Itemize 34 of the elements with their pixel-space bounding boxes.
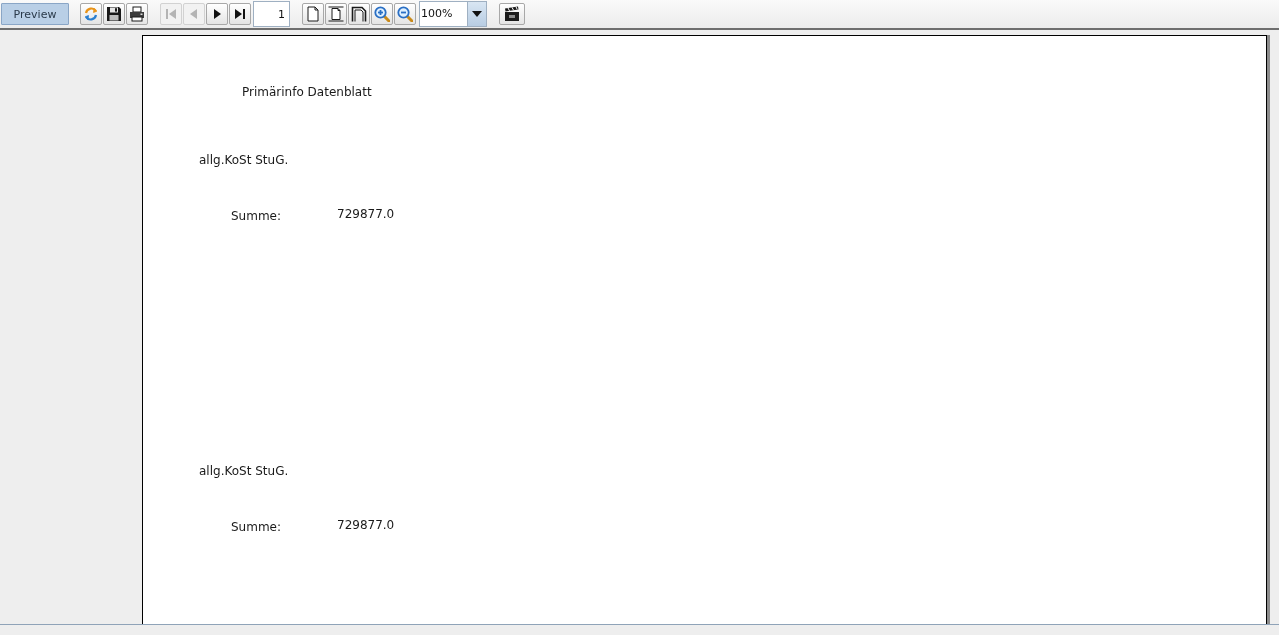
page-number-field[interactable]: 1	[253, 1, 290, 27]
report-title: Primärinfo Datenblatt	[242, 84, 372, 100]
page-width-icon	[328, 6, 344, 22]
zoom-value: 100%	[420, 6, 454, 22]
refresh-icon	[83, 6, 99, 22]
zoom-out-button[interactable]	[394, 3, 416, 25]
sum-label: Summe:	[231, 208, 283, 224]
skip-forward-icon	[232, 6, 248, 22]
zoom-in-icon	[374, 6, 390, 22]
preview-button[interactable]: Preview	[1, 3, 69, 25]
caret-down-icon	[472, 11, 482, 17]
next-page-button[interactable]	[206, 3, 228, 25]
print-button[interactable]	[126, 3, 148, 25]
full-page-icon	[351, 6, 367, 22]
sum-value: 729877.0	[337, 517, 395, 533]
page-icon	[305, 6, 321, 22]
zoom-select[interactable]: 100%	[419, 1, 487, 27]
group-heading: allg.KoSt StuG.	[199, 152, 289, 168]
clapperboard-button[interactable]	[499, 3, 525, 25]
zoom-out-icon	[397, 6, 413, 22]
last-page-button[interactable]	[229, 3, 251, 25]
zoom-in-button[interactable]	[371, 3, 393, 25]
sum-label: Summe:	[231, 519, 283, 535]
printer-icon	[129, 6, 145, 22]
skip-back-icon	[163, 6, 179, 22]
single-page-button[interactable]	[302, 3, 324, 25]
group-heading: allg.KoSt StuG.	[199, 463, 289, 479]
full-page-button[interactable]	[348, 3, 370, 25]
clapperboard-icon	[504, 6, 520, 22]
sum-value: 729877.0	[337, 206, 395, 222]
page-width-button[interactable]	[325, 3, 347, 25]
save-button[interactable]	[103, 3, 125, 25]
dropdown-button[interactable]	[467, 2, 486, 26]
refresh-button[interactable]	[80, 3, 102, 25]
